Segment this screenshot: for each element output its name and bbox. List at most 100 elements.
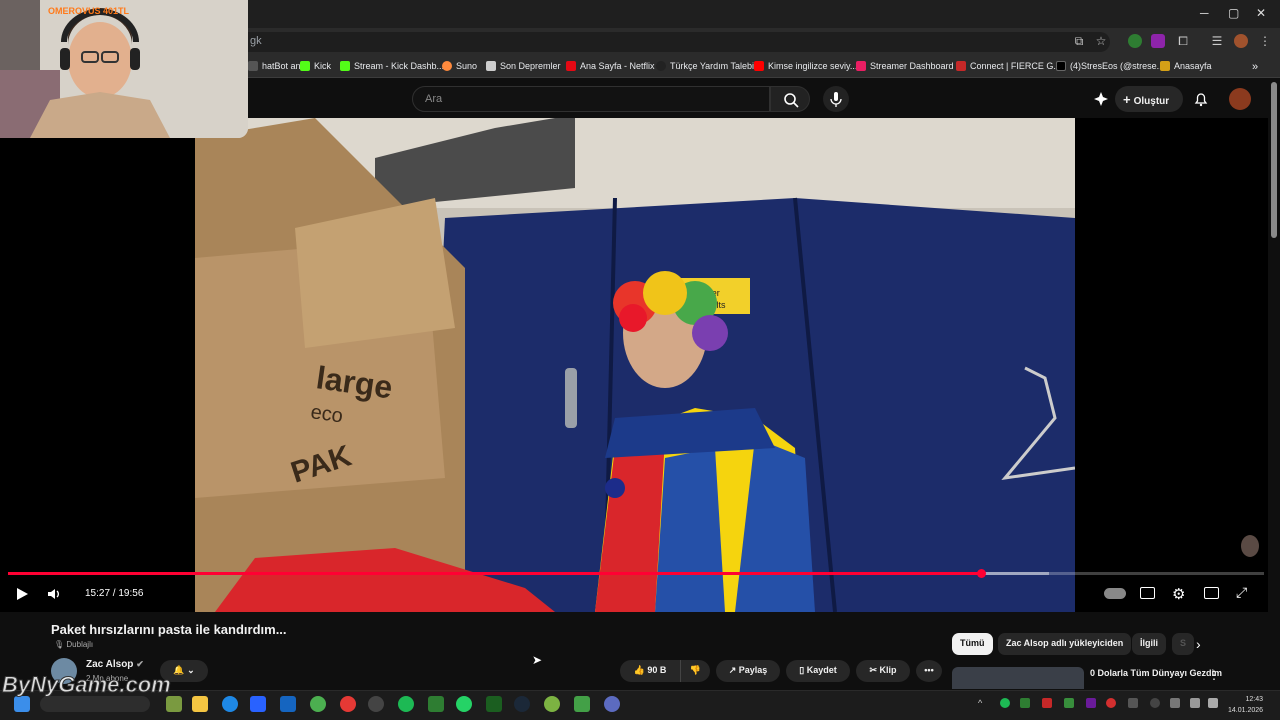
taskbar-search[interactable] bbox=[40, 696, 150, 712]
video-frame[interactable]: Danger 240 Volts large eco PAK bbox=[195, 118, 1075, 612]
account-avatar[interactable] bbox=[1229, 88, 1251, 110]
opera-icon[interactable] bbox=[340, 696, 356, 712]
extension-icon[interactable] bbox=[1128, 34, 1142, 48]
tray-icon[interactable] bbox=[1042, 698, 1052, 708]
page-scrollbar[interactable] bbox=[1271, 82, 1277, 238]
tray-icon[interactable] bbox=[1000, 698, 1010, 708]
widget-icon[interactable] bbox=[166, 696, 182, 712]
share-button[interactable]: ↗ Paylaş bbox=[716, 660, 780, 682]
tray-overflow-icon[interactable]: ^ bbox=[978, 698, 988, 708]
youtube-icon bbox=[754, 61, 764, 71]
network-icon[interactable] bbox=[1190, 698, 1200, 708]
like-button[interactable]: 👍 90 B bbox=[620, 660, 680, 682]
bookmark-item[interactable]: Kick bbox=[300, 61, 331, 71]
obs-icon[interactable] bbox=[368, 696, 384, 712]
start-icon[interactable] bbox=[14, 696, 30, 712]
url-field[interactable]: gk bbox=[230, 32, 1110, 52]
tray-icon[interactable] bbox=[1086, 698, 1096, 708]
tray-icon[interactable] bbox=[1150, 698, 1160, 708]
recommendation-menu-icon[interactable]: ⋮ bbox=[1208, 668, 1220, 682]
extensions-puzzle-icon[interactable]: ⧠ bbox=[1176, 34, 1190, 48]
recommendation-title[interactable]: 0 Dolarla Tüm Dünyayı Gezdim bbox=[1090, 668, 1222, 678]
volume-icon bbox=[48, 589, 59, 599]
app-icon[interactable] bbox=[486, 696, 502, 712]
profile-avatar[interactable] bbox=[1234, 34, 1248, 48]
autoplay-toggle[interactable] bbox=[1104, 588, 1126, 599]
chip-related[interactable]: İlgili bbox=[1132, 633, 1166, 655]
bookmark-item[interactable]: Streamer Dashboard bbox=[856, 61, 954, 71]
volume-button[interactable] bbox=[46, 586, 62, 602]
bookmark-item[interactable]: Türkçe Yardım Talebi bbox=[656, 61, 754, 71]
more-actions-button[interactable]: ••• bbox=[916, 660, 942, 682]
tray-icon[interactable] bbox=[1128, 698, 1138, 708]
bookmark-item[interactable]: Stream - Kick Dashb... bbox=[340, 61, 444, 71]
clip-button[interactable]: ✂ Klip bbox=[856, 660, 910, 682]
play-button[interactable] bbox=[14, 586, 30, 602]
fullscreen-icon[interactable]: ⤢ bbox=[1236, 584, 1247, 601]
browser-menu-icon[interactable]: ⋮ bbox=[1258, 34, 1272, 48]
extension-icon[interactable] bbox=[1151, 34, 1165, 48]
chip-from-uploader[interactable]: Zac Alsop adlı yükleyiciden bbox=[998, 633, 1132, 655]
nvidia-icon[interactable] bbox=[428, 696, 444, 712]
create-button[interactable]: + Oluştur bbox=[1115, 86, 1183, 112]
tray-icon[interactable] bbox=[1064, 698, 1074, 708]
progress-scrubber[interactable] bbox=[976, 569, 986, 578]
kick-icon bbox=[340, 61, 350, 71]
dislike-button[interactable]: 👎 bbox=[680, 660, 710, 682]
bookmark-item[interactable]: Kimse ingilizce seviy... bbox=[754, 61, 857, 71]
chevron-down-icon: ⌄ bbox=[187, 665, 195, 675]
system-clock[interactable]: 12:43 14.01.2026 bbox=[1228, 694, 1263, 716]
webcam-overlay bbox=[0, 0, 248, 138]
chip-all[interactable]: Tümü bbox=[952, 633, 993, 655]
minecraft-icon[interactable] bbox=[574, 696, 590, 712]
whatsapp-icon[interactable] bbox=[456, 696, 472, 712]
theater-mode-icon[interactable] bbox=[1204, 587, 1219, 599]
scissors-icon: ✂ bbox=[869, 665, 880, 675]
bookmark-item[interactable]: Anasayfa bbox=[1160, 61, 1212, 71]
app-icon[interactable] bbox=[544, 696, 560, 712]
tab-menu-icon[interactable]: ☰ bbox=[1210, 34, 1224, 48]
search-input[interactable]: Ara bbox=[412, 86, 770, 112]
search-button[interactable] bbox=[770, 86, 810, 112]
maximize-button[interactable]: ▢ bbox=[1228, 6, 1239, 20]
bookmark-label: Türkçe Yardım Talebi bbox=[670, 61, 755, 71]
store-icon[interactable] bbox=[250, 696, 266, 712]
microphone-tray-icon[interactable] bbox=[1170, 698, 1180, 708]
clip-label: Klip bbox=[879, 665, 897, 675]
channel-name[interactable]: Zac Alsop ✔ bbox=[86, 659, 144, 670]
bookmark-star-icon[interactable]: ☆ bbox=[1094, 34, 1108, 48]
bookmark-item[interactable]: Suno bbox=[442, 61, 477, 71]
spotify-icon[interactable] bbox=[398, 696, 414, 712]
volume-tray-icon[interactable] bbox=[1208, 698, 1218, 708]
streamer-webcam-image bbox=[0, 0, 248, 138]
steam-icon[interactable] bbox=[514, 696, 530, 712]
bookmark-label: Streamer Dashboard bbox=[870, 61, 954, 71]
app-icon[interactable] bbox=[604, 696, 620, 712]
edge-icon[interactable] bbox=[222, 696, 238, 712]
more-bookmarks-icon[interactable]: » bbox=[1252, 61, 1258, 73]
file-explorer-icon[interactable] bbox=[192, 696, 208, 712]
bookmark-item[interactable]: (4)StresEos (@strese... bbox=[1056, 61, 1164, 71]
chevron-right-icon[interactable]: › bbox=[1196, 636, 1201, 652]
bookmark-item[interactable]: Ana Sayfa - Netflix bbox=[566, 61, 655, 71]
bookmark-label: Anasayfa bbox=[1174, 61, 1212, 71]
minimize-button[interactable]: ─ bbox=[1200, 6, 1209, 20]
voice-search-button[interactable] bbox=[823, 86, 849, 112]
settings-gear-icon[interactable]: ⚙ bbox=[1172, 585, 1185, 603]
tray-icon[interactable] bbox=[1106, 698, 1116, 708]
gemini-sparkle-icon[interactable] bbox=[1093, 91, 1109, 107]
close-button[interactable]: ✕ bbox=[1256, 6, 1266, 20]
channel-watermark-icon[interactable] bbox=[1241, 535, 1259, 557]
recommendation-thumbnail[interactable] bbox=[952, 667, 1084, 689]
bookmark-label: Kimse ingilizce seviy... bbox=[768, 61, 858, 71]
save-button[interactable]: ▯ Kaydet bbox=[786, 660, 850, 682]
chip-more[interactable]: S bbox=[1172, 633, 1195, 655]
install-icon[interactable]: ⧉ bbox=[1072, 34, 1086, 48]
subtitles-icon[interactable] bbox=[1140, 587, 1155, 599]
bookmark-item[interactable]: Connect | FIERCE G... bbox=[956, 61, 1061, 71]
bookmark-item[interactable]: Son Depremler bbox=[486, 61, 561, 71]
tray-icon[interactable] bbox=[1020, 698, 1030, 708]
chrome-icon[interactable] bbox=[310, 696, 326, 712]
app-icon[interactable] bbox=[280, 696, 296, 712]
notifications-bell-icon[interactable] bbox=[1193, 91, 1209, 107]
